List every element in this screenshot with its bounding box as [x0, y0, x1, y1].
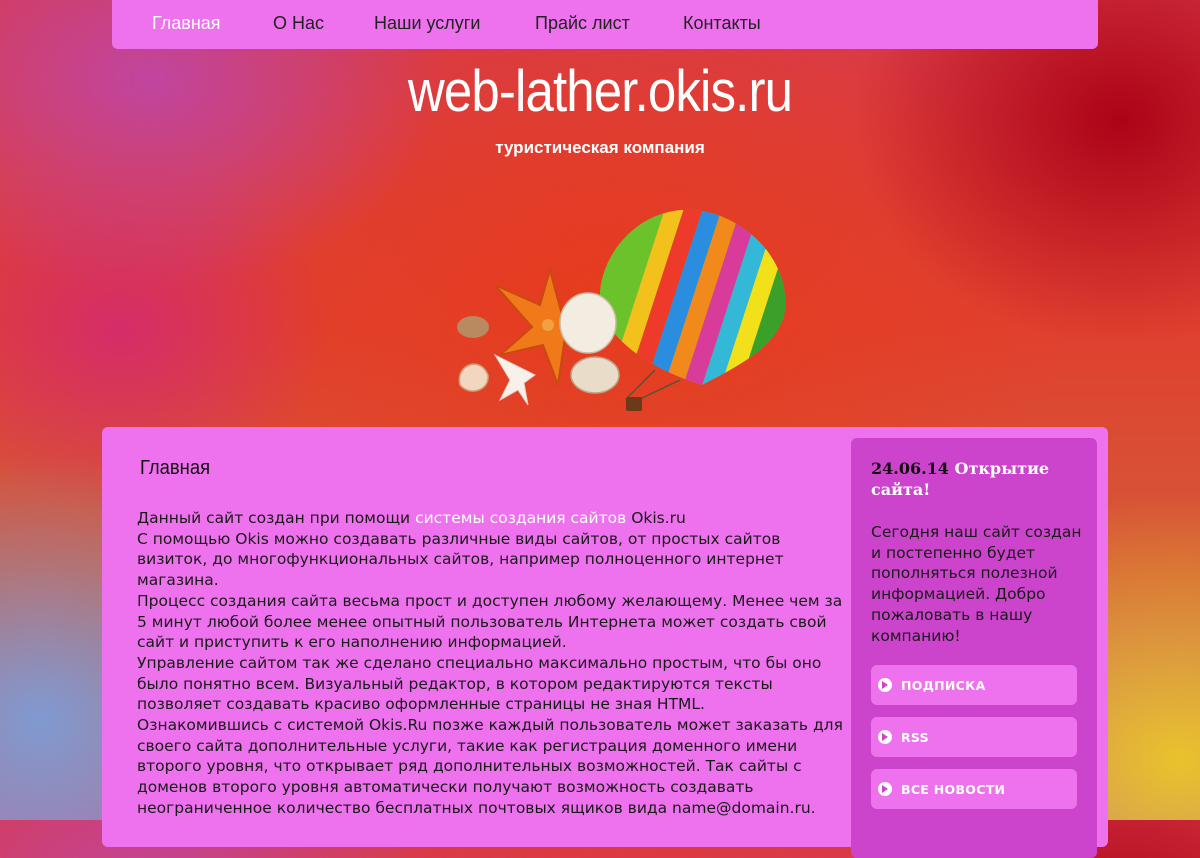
nav-item-price-list[interactable]: Прайс лист: [535, 13, 630, 34]
nav-item-about[interactable]: О Нас: [273, 13, 324, 34]
news-sidebar: 24.06.14 Открытие сайта! Сегодня наш сай…: [851, 438, 1097, 858]
content-area: Главная Данный сайт создан при помощи си…: [137, 457, 847, 819]
intro-paragraph: Данный сайт создан при помощи системы со…: [137, 508, 847, 529]
intro-text: Данный сайт создан при помощи: [137, 509, 416, 527]
news-heading: 24.06.14 Открытие сайта!: [871, 458, 1081, 500]
subscribe-button[interactable]: ПОДПИСКА: [871, 665, 1077, 705]
paragraph-2: Процесс создания сайта весьма прост и до…: [137, 591, 843, 652]
top-nav: Главная О Нас Наши услуги Прайс лист Кон…: [112, 0, 1098, 49]
paragraph-1: С помощью Okis можно создавать различные…: [137, 529, 784, 590]
subscribe-label: ПОДПИСКА: [901, 678, 986, 693]
nav-item-home[interactable]: Главная: [152, 13, 221, 34]
site-title[interactable]: web-lather.okis.ru: [72, 58, 1128, 125]
page-title: Главная: [140, 457, 211, 479]
nav-item-services[interactable]: Наши услуги: [374, 13, 480, 34]
paragraph-4: Ознакомившись с системой Okis.Ru позже к…: [137, 716, 843, 817]
arrow-circle-icon: [878, 782, 892, 796]
rss-button[interactable]: RSS: [871, 717, 1077, 757]
main-panel: Главная Данный сайт создан при помощи си…: [102, 427, 1108, 858]
news-date: 24.06.14: [871, 459, 949, 478]
all-news-label: ВСЕ НОВОСТИ: [901, 782, 1006, 797]
arrow-circle-icon: [878, 678, 892, 692]
nav-item-contacts[interactable]: Контакты: [683, 13, 761, 34]
arrow-circle-icon: [878, 730, 892, 744]
intro-suffix: Okis.ru: [626, 509, 686, 527]
cms-link[interactable]: системы создания сайтов: [415, 509, 626, 527]
all-news-button[interactable]: ВСЕ НОВОСТИ: [871, 769, 1077, 809]
hero-illustration: [457, 209, 786, 411]
paragraph-3: Управление сайтом так же сделано специал…: [137, 653, 822, 714]
news-text: Сегодня наш сайт создан и постепенно буд…: [871, 523, 1082, 645]
rss-label: RSS: [901, 730, 929, 745]
site-subtitle: туристическая компания: [495, 138, 705, 157]
